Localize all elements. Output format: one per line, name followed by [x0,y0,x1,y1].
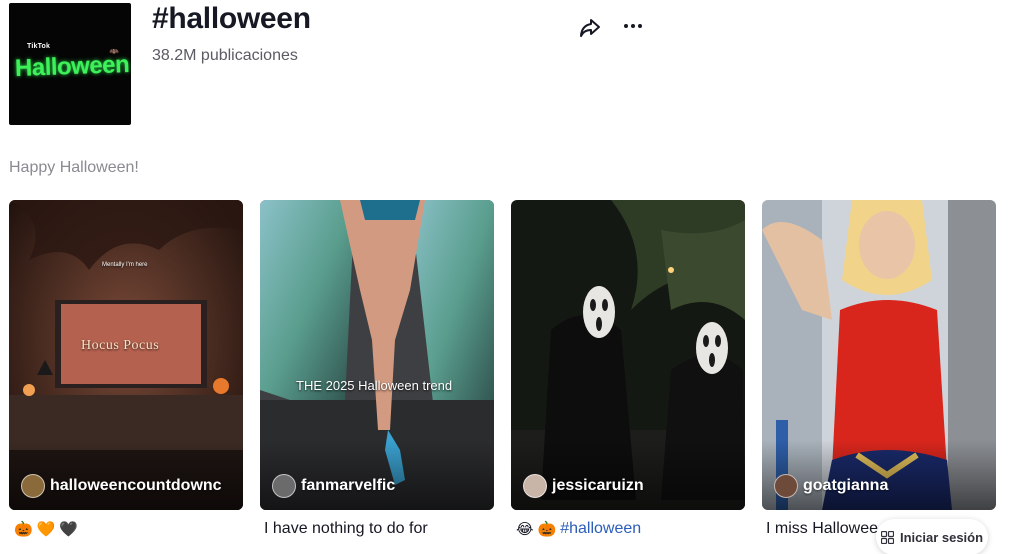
video-caption-2[interactable]: I have nothing to do for [264,520,428,538]
video-caption-3[interactable]: 😂 🎃 #halloween [516,520,641,538]
video-card-3[interactable]: jessicaruizn [511,200,745,510]
video-card-1[interactable]: Mentally I'm here Hocus Pocus halloweenc… [9,200,243,510]
video-author[interactable]: halloweencountdownc [21,474,222,498]
caption-text: I have nothing to do for [264,520,428,537]
video-card-2[interactable]: THE 2025 Halloween trend fanmarvelfic [260,200,494,510]
avatar [272,474,296,498]
hashtag-link[interactable]: #halloween [560,520,641,538]
cover-brand: TikTok [27,43,51,50]
username: goatgianna [803,477,889,494]
avatar [21,474,45,498]
video-author[interactable]: goatgianna [774,474,888,498]
share-icon [580,19,600,37]
login-label: Iniciar sesión [899,529,984,545]
video-caption-4[interactable]: I miss Hallowee [766,520,878,538]
caption-text: I miss Hallowee [766,520,879,537]
username: fanmarvelfic [301,477,396,494]
avatar [523,474,547,498]
video-caption-1[interactable]: 🎃 🧡 🖤 [14,520,78,538]
video-author[interactable]: jessicaruizn [523,474,644,498]
video-author[interactable]: fanmarvelfic [272,474,395,498]
pumpkin-icon: 🎃 [14,521,33,538]
username: halloweencountdownc [50,477,222,494]
cover-title: Halloween [14,50,130,82]
username: jessicaruizn [552,477,644,494]
pumpkin-icon: 🎃 [537,521,557,538]
video-overlay-text: THE 2025 Halloween trend [296,378,453,393]
posts-count: 38.2M publicaciones [152,47,298,64]
video-card-4[interactable]: goatgianna [762,200,996,510]
login-button[interactable]: Iniciar sesión [876,519,988,554]
video-overlay-text: Mentally I'm here [102,262,148,268]
avatar [774,474,798,498]
more-icon [624,24,642,28]
more-options-button[interactable] [620,15,646,41]
orange-heart-icon: 🧡 [36,521,56,538]
share-button[interactable] [577,15,603,41]
hashtag-cover-image: TikTok 🦇 Halloween [9,3,131,125]
grid-icon [880,530,894,544]
black-heart-icon: 🖤 [59,521,79,538]
laughing-icon: 😂 [516,521,534,538]
page-title: #halloween [152,2,311,35]
tv-screen-text: Hocus Pocus [81,338,160,353]
hashtag-description: Happy Halloween! [9,159,139,176]
